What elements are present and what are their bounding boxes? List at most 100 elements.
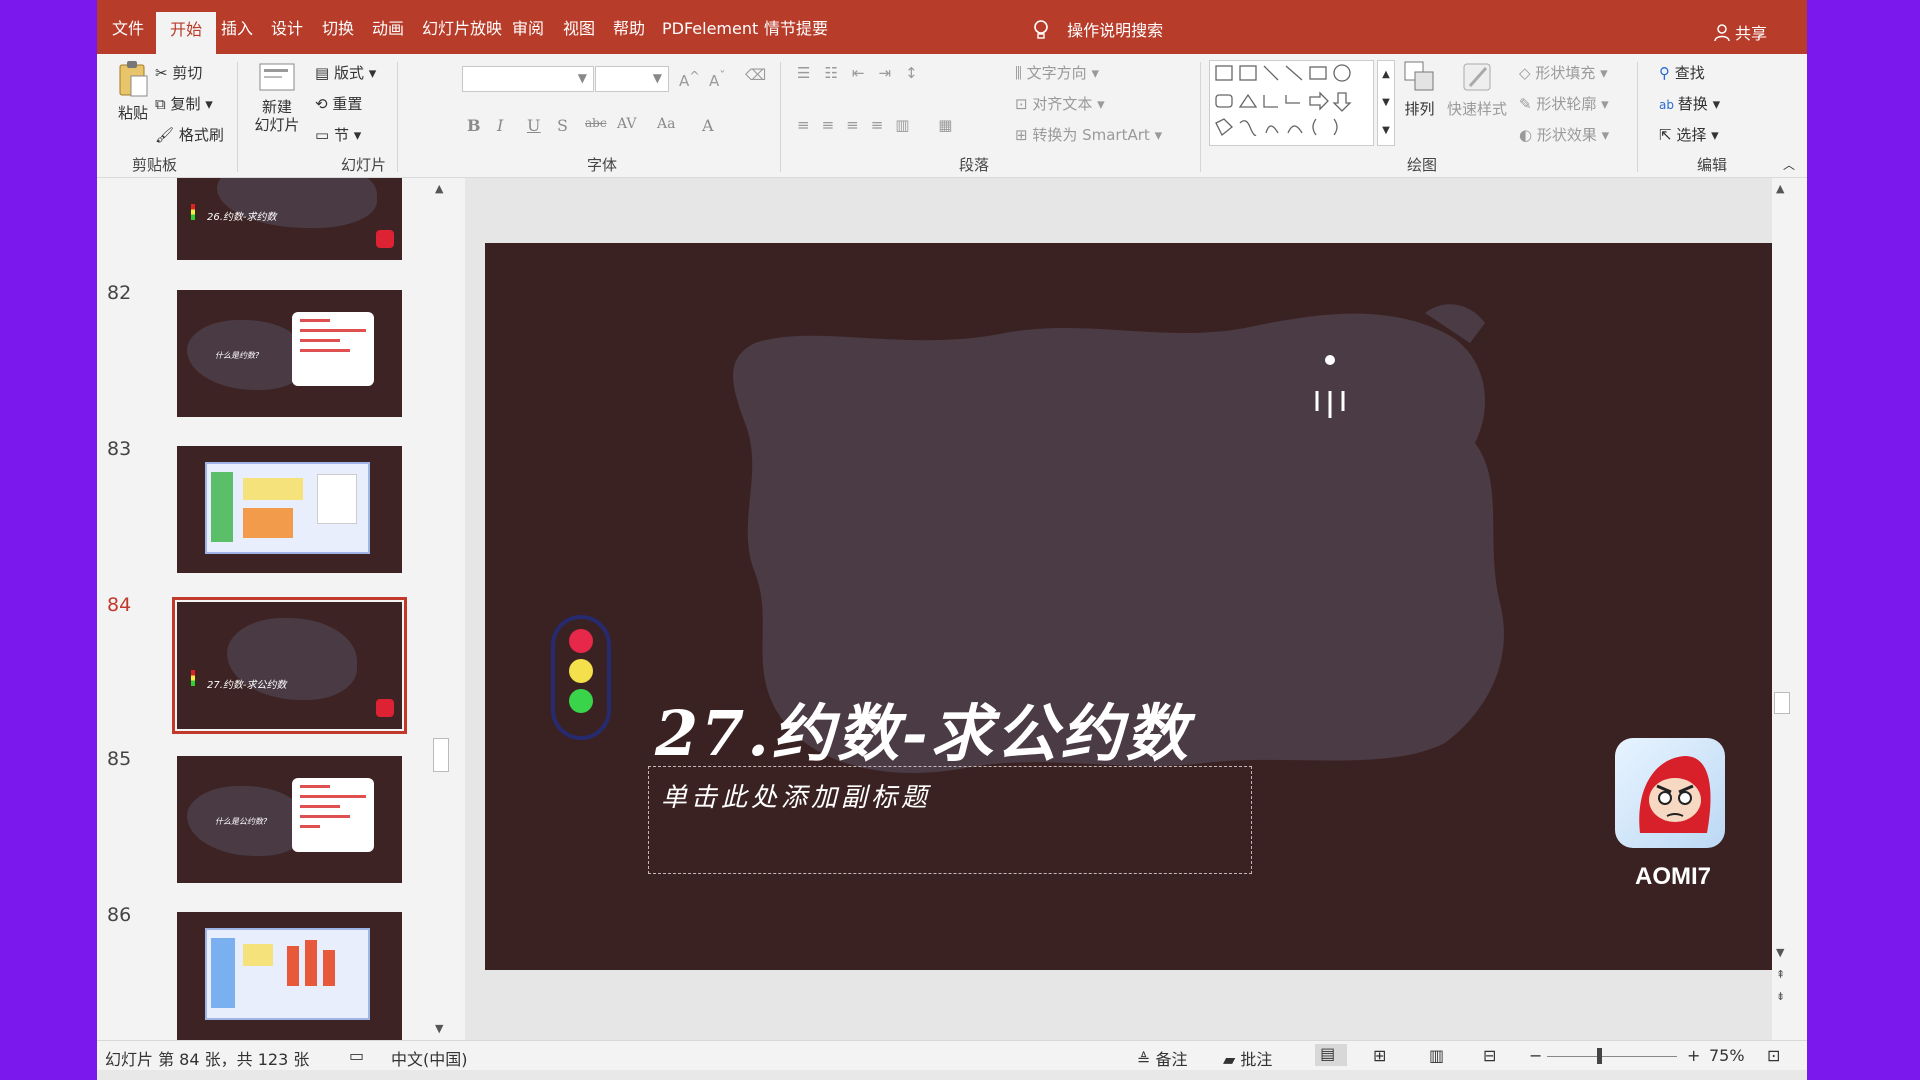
next-slide-icon[interactable]: ⇟ [1776, 990, 1785, 1003]
tab-home[interactable]: 开始 [156, 12, 217, 54]
slides-group-label: 幻灯片 [341, 156, 387, 174]
slideshow-icon[interactable]: ⊟ [1483, 1046, 1496, 1065]
paint-bucket-icon: ◇ [1519, 64, 1536, 82]
notes-button[interactable]: ≜ 备注 [1137, 1046, 1188, 1070]
list-buttons[interactable]: ☰☷⇤⇥↕ [797, 64, 932, 82]
previous-slide-icon[interactable]: ⇞ [1776, 968, 1785, 981]
group-divider [237, 62, 238, 172]
change-case-button[interactable]: Aa [657, 116, 675, 132]
section-button[interactable]: ▭ 节 ▾ [315, 124, 361, 145]
zoom-level[interactable]: 75% [1709, 1046, 1745, 1065]
slide-sorter-icon[interactable]: ⊞ [1373, 1046, 1386, 1065]
language-status[interactable]: 中文(中国) [391, 1046, 468, 1070]
shape-outline-button[interactable]: ✎ 形状轮廓 ▾ [1519, 93, 1609, 114]
paste-button[interactable]: 粘贴 [113, 60, 153, 123]
tab-transitions[interactable]: 切换 [322, 17, 354, 41]
slide-thumbnail[interactable]: 什么是公约数? [177, 756, 402, 883]
shape-fill-button[interactable]: ◇ 形状填充 ▾ [1519, 62, 1608, 83]
scroll-thumb[interactable] [1774, 692, 1790, 714]
shrink-font-button[interactable]: Aˇ [709, 68, 726, 90]
tab-design[interactable]: 设计 [271, 17, 303, 41]
paste-label: 粘贴 [117, 104, 148, 122]
tab-insert[interactable]: 插入 [221, 17, 253, 41]
smartart-button[interactable]: ⊞ 转换为 SmartArt ▾ [1015, 124, 1162, 145]
font-size-combo[interactable]: ▼ [595, 66, 669, 92]
reset-button[interactable]: ⟲ 重置 [315, 93, 362, 114]
section-icon: ▭ [315, 126, 334, 144]
zoom-out-button[interactable]: − [1529, 1046, 1542, 1065]
thumb-title: 26.约数-求约数 [207, 212, 277, 223]
zoom-slider[interactable] [1547, 1056, 1677, 1057]
comment-icon: ▰ [1223, 1050, 1241, 1069]
slide-thumbnail-selected[interactable]: 27.约数-求公约数 [172, 597, 407, 734]
slide-thumbnail[interactable]: 什么是约数? [177, 290, 402, 417]
tab-slideshow[interactable]: 幻灯片放映 [422, 17, 502, 41]
tab-animations[interactable]: 动画 [372, 17, 404, 41]
char-spacing-button[interactable]: AV [617, 116, 637, 132]
tab-help[interactable]: 帮助 [613, 17, 645, 41]
section-label: 节 [333, 126, 349, 144]
italic-button[interactable]: I [497, 116, 503, 135]
arrange-button[interactable]: 排列 [1397, 60, 1442, 119]
slide-thumbnail[interactable]: 26.约数-求约数 [177, 178, 402, 260]
slide-thumbnail[interactable] [177, 446, 402, 573]
editor-scrollbar[interactable]: ▲ ▼ ⇞ ⇟ [1772, 178, 1792, 1040]
zoom-in-button[interactable]: + [1687, 1046, 1700, 1065]
shadow-button[interactable]: S [557, 116, 568, 135]
scissors-icon: ✂ [155, 64, 173, 82]
thumbnail-scrollbar[interactable]: ▲ ▼ [430, 178, 452, 1040]
tab-storyboard[interactable]: 情节提要 [764, 17, 828, 41]
format-painter-button[interactable]: 🖌 格式刷 [155, 124, 224, 145]
layout-button[interactable]: ▤ 版式 ▾ [315, 62, 376, 83]
normal-view-icon[interactable]: ▤ [1315, 1044, 1347, 1066]
subtitle-placeholder[interactable]: 单击此处添加副标题 [648, 766, 1252, 874]
underline-button[interactable]: U [527, 116, 540, 135]
thumb-card [292, 312, 374, 386]
slide-thumbnail[interactable] [177, 912, 402, 1040]
cursor-icon: ⇱ [1659, 126, 1677, 144]
tab-file[interactable]: 文件 [112, 17, 144, 41]
copy-button[interactable]: ⧉ 复制 ▾ [155, 93, 213, 114]
share-button[interactable]: 共享 [1714, 20, 1767, 46]
scroll-thumb[interactable] [433, 738, 449, 772]
text-direction-button[interactable]: ⫼ 文字方向 ▾ [1015, 62, 1099, 83]
clear-format-icon[interactable]: ⌫ [745, 66, 766, 84]
quick-styles-button[interactable]: 快速样式 [1447, 60, 1507, 119]
group-divider [1637, 62, 1638, 172]
quick-styles-label: 快速样式 [1447, 100, 1508, 118]
scroll-down-icon[interactable]: ▼ [435, 1022, 443, 1035]
scroll-down-icon[interactable]: ▼ [1776, 946, 1784, 959]
bold-button[interactable]: B [467, 116, 481, 135]
tell-me-search[interactable]: 操作说明搜索 [1032, 17, 1163, 45]
replace-button[interactable]: ab 替换 ▾ [1659, 93, 1720, 114]
shape-effects-button[interactable]: ◐ 形状效果 ▾ [1519, 124, 1609, 145]
select-button[interactable]: ⇱ 选择 ▾ [1659, 124, 1719, 145]
slide-title[interactable]: 27.约数-求公约数 [655, 683, 1191, 773]
slide-number: 83 [107, 438, 132, 460]
zoom-slider-thumb[interactable] [1597, 1048, 1602, 1064]
scroll-up-icon[interactable]: ▲ [1776, 182, 1784, 195]
cut-button[interactable]: ✂ 剪切 [155, 62, 202, 83]
font-name-combo[interactable]: ▼ [462, 66, 594, 92]
collapse-ribbon-button[interactable]: ︿ [1783, 156, 1795, 173]
scroll-up-icon[interactable]: ▲ [435, 182, 443, 195]
grow-font-button[interactable]: A^ [679, 68, 700, 90]
slide-canvas[interactable]: 27.约数-求公约数 单击此处添加副标题 AOMI7 [485, 243, 1777, 970]
notes-icon: ≜ [1137, 1050, 1156, 1069]
fit-to-window-icon[interactable]: ⊡ [1767, 1046, 1780, 1065]
shapes-gallery[interactable] [1209, 60, 1374, 146]
shapes-scroll[interactable]: ▲ ▼ ▼ [1377, 60, 1395, 146]
align-buttons[interactable]: ≡≡≡≡▥ ▦ [797, 116, 964, 134]
strikethrough-button[interactable]: abc [585, 116, 607, 130]
tab-pdfelement[interactable]: PDFelement [662, 17, 758, 41]
spellcheck-icon[interactable]: ▭ [349, 1046, 364, 1065]
comments-button[interactable]: ▰ 批注 [1223, 1046, 1272, 1070]
align-text-button[interactable]: ⊡ 对齐文本 ▾ [1015, 93, 1105, 114]
tab-view[interactable]: 视图 [563, 17, 595, 41]
tab-review[interactable]: 审阅 [512, 17, 544, 41]
reading-view-icon[interactable]: ▥ [1429, 1046, 1444, 1065]
new-slide-button[interactable]: 新建 幻灯片 [247, 60, 307, 134]
font-color-button[interactable]: A [702, 116, 714, 135]
find-button[interactable]: ⚲ 查找 [1659, 62, 1705, 83]
slide-number: 82 [107, 282, 132, 304]
